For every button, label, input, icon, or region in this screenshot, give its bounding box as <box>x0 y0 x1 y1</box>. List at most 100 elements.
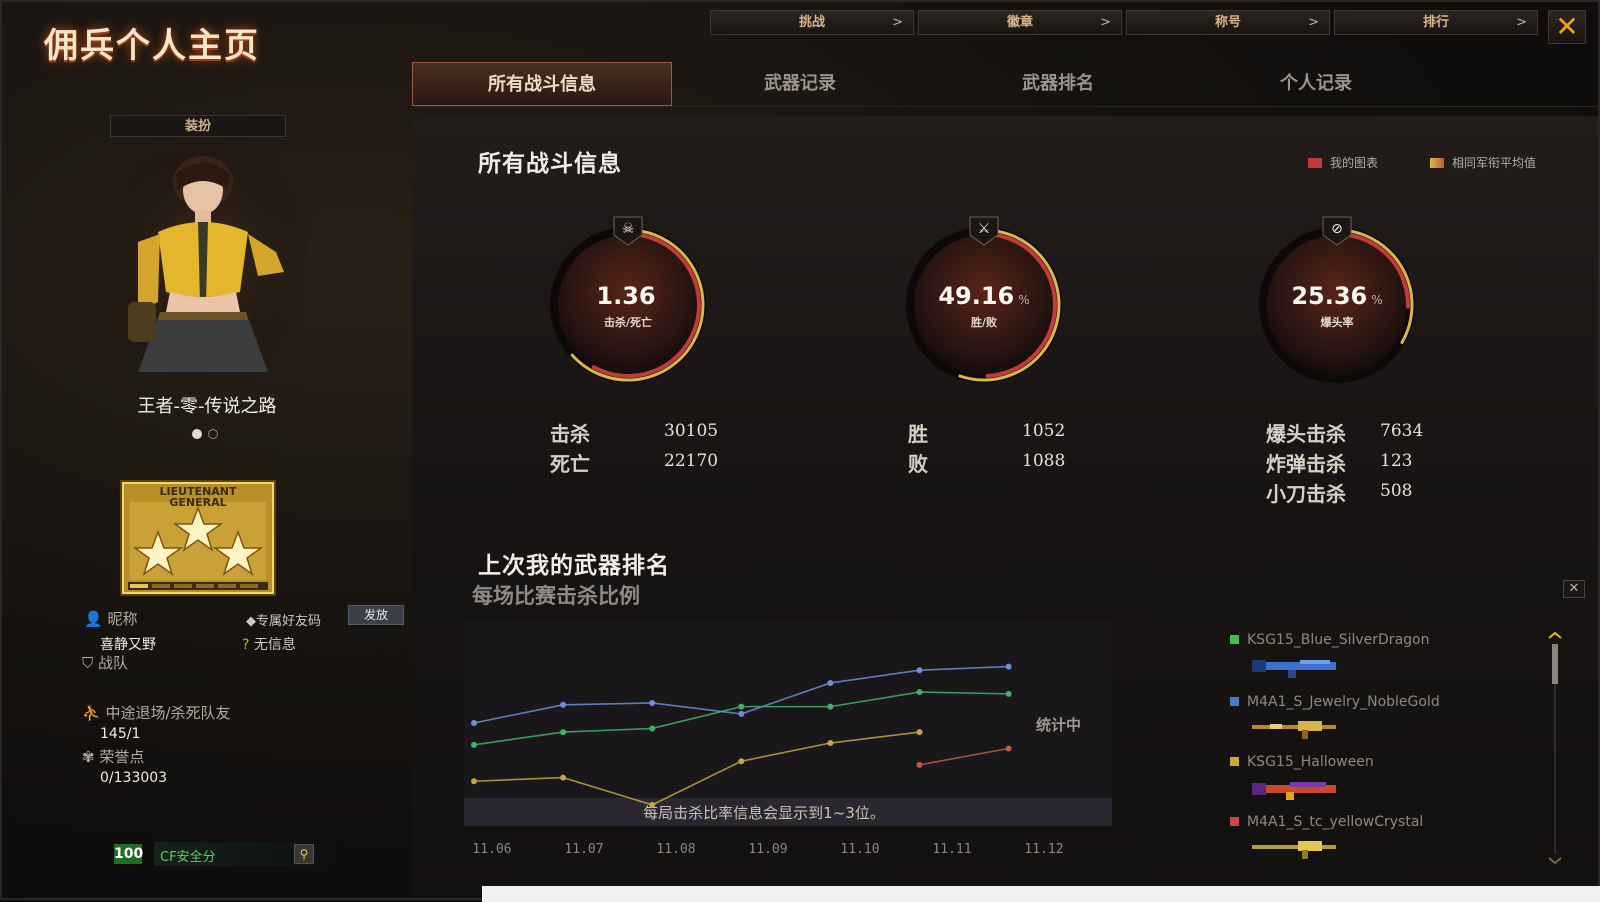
question-icon: ? <box>242 637 250 653</box>
crossed-guns-icon-glyph: ⚔ <box>978 221 991 237</box>
shotgun-blue-icon <box>1252 660 1336 678</box>
quit-value: 145/1 <box>100 726 141 742</box>
laurel-icon: ✾ <box>82 748 95 766</box>
outfit-button[interactable]: 装扮 <box>110 115 286 137</box>
kills-label: 击杀 <box>550 422 590 446</box>
topnav-ranking-button[interactable]: 排行 > <box>1334 10 1538 35</box>
kd-label: 击杀/死亡 <box>603 316 653 329</box>
quit-row: ⛹ 中途退场/杀死队友 <box>82 702 231 723</box>
wins-label: 胜 <box>908 422 928 446</box>
headshot-kills-label: 爆头击杀 <box>1266 422 1346 446</box>
chart-plot-area <box>464 622 1112 822</box>
chart-point <box>1005 663 1012 670</box>
headshot-target-icon-glyph: ⊘ <box>1331 221 1343 237</box>
friend-code-label: 专属好友码 <box>256 614 322 629</box>
deaths-value: 22170 <box>664 451 719 471</box>
character-avatar <box>98 152 308 392</box>
tab-personal-records[interactable]: 个人记录 <box>1186 62 1446 106</box>
chart-pending-label: 统计中 <box>1036 716 1081 734</box>
weapon-list-scrollbar[interactable] <box>1548 632 1562 867</box>
chart-point <box>738 703 745 710</box>
pager-dot[interactable] <box>208 429 218 439</box>
knife-kills-label: 小刀击杀 <box>1266 482 1346 506</box>
winrate-gauge: ⚔ 49.16% 胜/败 <box>899 210 1069 400</box>
tab-weapon-ranking[interactable]: 武器排名 <box>928 62 1188 106</box>
legend-swatch-avg <box>1430 158 1444 168</box>
friend-code-row: ◆专属好友码 <box>246 610 321 629</box>
rank-badge-image: LIEUTENANT GENERAL <box>120 480 276 596</box>
wins-value: 1052 <box>1022 421 1066 441</box>
x-tick-label: 11.06 <box>472 842 511 857</box>
weapon-item-2[interactable]: M4A1_S_Jewelry_NobleGold <box>1230 694 1440 710</box>
security-label: CF安全分 <box>160 850 216 865</box>
team-label: 战队 <box>98 654 129 672</box>
tab-all-battle-info[interactable]: 所有战斗信息 <box>412 62 672 106</box>
x-tick-label: 11.10 <box>840 842 879 857</box>
running-icon: ⛹ <box>82 704 101 722</box>
chart-point <box>916 667 923 674</box>
kills-value: 30105 <box>664 421 719 441</box>
quit-label: 中途退场/杀死队友 <box>105 704 231 722</box>
x-tick-label: 11.07 <box>564 842 603 857</box>
shotgun-halloween-icon <box>1252 782 1336 800</box>
battle-section-title: 所有战斗信息 <box>478 150 622 177</box>
topnav-title-button[interactable]: 称号 > <box>1126 10 1330 35</box>
person-icon: 👤 <box>84 610 103 628</box>
x-tick-label: 11.08 <box>656 842 695 857</box>
chart-point <box>649 699 656 706</box>
chart-point <box>560 701 567 708</box>
diamond-icon: ◆ <box>246 614 256 629</box>
close-icon[interactable]: ✕ <box>1563 580 1585 598</box>
weapon-item-4[interactable]: M4A1_S_tc_yellowCrystal <box>1230 814 1423 830</box>
top-nav: 挑战 > 徽章 > 称号 > 排行 > <box>710 10 1538 35</box>
winrate-label: 胜/败 <box>970 316 998 329</box>
chart-point <box>916 689 923 696</box>
ranking-section-title: 上次我的武器排名 <box>478 552 670 579</box>
chart-point <box>560 729 567 736</box>
legend-my-chart: 我的图表 <box>1308 154 1378 171</box>
legend-swatch-mine <box>1308 158 1322 168</box>
honor-label: 荣誉点 <box>99 748 145 766</box>
x-tick-label: 11.09 <box>748 842 787 857</box>
security-score: 100 <box>114 844 144 864</box>
kd-gauge: ☠ 1.36 击杀/死亡 <box>543 210 713 400</box>
chart-point <box>471 720 477 726</box>
search-icon[interactable]: ⚲ <box>294 844 314 864</box>
tab-bar: 所有战斗信息 武器记录 武器排名 个人记录 <box>412 62 1598 107</box>
rifle-yellow-crystal-icon <box>1252 841 1336 859</box>
topnav-badge-button[interactable]: 徽章 > <box>918 10 1122 35</box>
team-value: 无信息 <box>253 637 296 653</box>
pager-dot-active[interactable] <box>192 429 202 439</box>
grenade-kills-label: 炸弹击杀 <box>1266 452 1346 476</box>
skull-icon-glyph: ☠ <box>622 221 635 237</box>
honor-value: 0/133003 <box>100 770 168 786</box>
kill-ratio-line-chart: 每局击杀比率信息会显示到1~3位。 统计中 11.06 11.07 11.08 11.09… <box>464 622 1112 857</box>
friend-code-issue-button[interactable]: 发放 <box>348 605 404 625</box>
chart-point <box>738 710 745 717</box>
losses-value: 1088 <box>1022 451 1066 471</box>
weapon-item-3[interactable]: KSG15_Halloween <box>1230 754 1374 770</box>
weapon-item-1[interactable]: KSG15_Blue_SilverDragon <box>1230 632 1429 648</box>
chart-point <box>827 703 834 710</box>
nickname-row: 👤 昵称 <box>84 608 137 629</box>
chart-point <box>1005 690 1012 697</box>
chart-note: 每局击杀比率信息会显示到1~3位。 <box>643 804 885 822</box>
chevron-right-icon: > <box>1100 15 1111 30</box>
deaths-label: 死亡 <box>550 452 590 476</box>
character-name: 王者-零-传说之路 <box>137 396 277 417</box>
x-tick-label: 11.12 <box>1024 842 1063 857</box>
chart-point <box>827 679 834 686</box>
weapon-swatch <box>1230 757 1239 766</box>
avatar-pager <box>192 424 224 443</box>
chart-point <box>1005 745 1012 752</box>
chevron-right-icon: > <box>1516 15 1527 30</box>
chart-point <box>471 778 477 785</box>
close-window-button[interactable]: ✕ <box>1548 10 1586 44</box>
losses-label: 败 <box>908 452 928 476</box>
chart-point <box>471 741 477 748</box>
weapon-swatch <box>1230 697 1239 706</box>
chart-point <box>649 801 656 808</box>
tab-weapon-records[interactable]: 武器记录 <box>670 62 930 106</box>
topnav-challenge-button[interactable]: 挑战 > <box>710 10 914 35</box>
x-tick-label: 11.11 <box>932 842 971 857</box>
